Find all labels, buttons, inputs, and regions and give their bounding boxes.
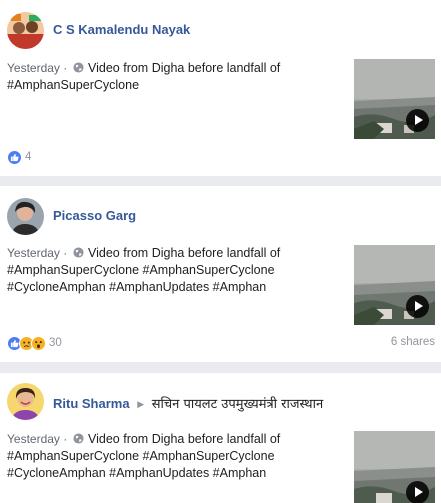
video-thumbnail[interactable] [354,245,435,325]
reactions-bar[interactable]: 4 [7,149,31,165]
post-text: Video from Digha before landfall of #Amp… [7,245,337,296]
video-thumbnail[interactable] [354,59,435,139]
share-count[interactable]: 6 shares [391,336,435,348]
post-hashtag[interactable]: #AmphanSuperCyclone #AmphanSuperCyclone [7,448,337,465]
reaction-count[interactable]: 30 [49,337,62,349]
avatar[interactable] [7,12,44,49]
play-icon[interactable] [406,481,429,503]
post-hashtag[interactable]: #CycloneAmphan #AmphanUpdates #Amphan [7,465,337,482]
wow-icon [31,335,46,351]
avatar[interactable] [7,198,44,235]
post-hashtag[interactable]: #CycloneAmphan #AmphanUpdates #Amphan [7,279,337,296]
post-card: Ritu Sharma ▶ सचिन पायलट उपमुख्यमंत्री र… [0,373,441,503]
post-text-line: Video from Digha before landfall of [88,61,281,75]
play-icon[interactable] [406,295,429,318]
post-author[interactable]: C S Kamalendu Nayak [53,22,190,37]
post-author[interactable]: Picasso Garg [53,208,136,223]
post-card: Picasso Garg Yesterday · · Video from Di… [0,186,441,362]
reaction-count[interactable]: 4 [25,151,31,163]
arrow-right-icon: ▶ [137,399,145,409]
reactions-bar[interactable]: 30 [7,335,62,351]
post-text: Video from Digha before landfall of #Amp… [7,60,337,94]
play-icon[interactable] [406,109,429,132]
avatar[interactable] [7,383,44,420]
post-text-line: Video from Digha before landfall of [88,432,281,446]
post-text: Video from Digha before landfall of #Amp… [7,431,337,482]
post-card: C S Kamalendu Nayak Yesterday · · Video … [0,0,441,176]
shared-page-name[interactable]: सचिन पायलट उपमुख्यमंत्री राजस्थान [152,397,323,412]
post-author: Ritu Sharma ▶ सचिन पायलट उपमुख्यमंत्री र… [53,394,323,412]
post-text-line: Video from Digha before landfall of [88,246,281,260]
post-hashtag[interactable]: #AmphanSuperCyclone #AmphanSuperCyclone [7,262,337,279]
author-name[interactable]: Ritu Sharma [53,396,130,411]
like-icon [7,149,22,165]
video-thumbnail[interactable] [354,431,435,503]
post-hashtag[interactable]: #AmphanSuperCyclone [7,77,337,94]
